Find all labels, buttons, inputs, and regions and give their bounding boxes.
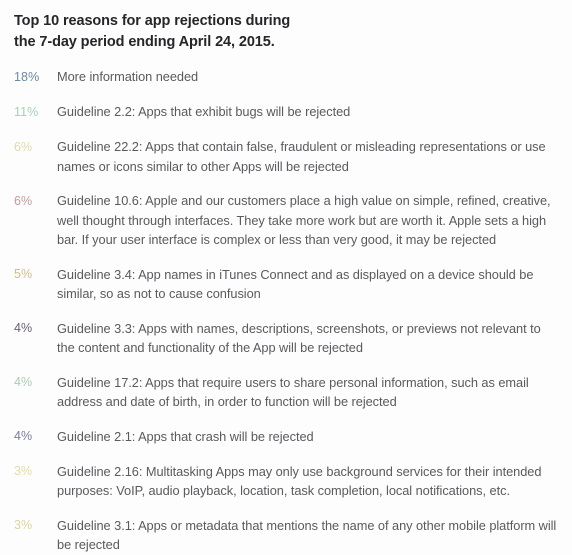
reason-text: Guideline 2.2: Apps that exhibit bugs wi…: [57, 104, 351, 119]
reason-text: Guideline 3.3: Apps with names, descript…: [57, 320, 541, 356]
reason-text: Guideline 10.6: Apple and our customers …: [57, 193, 551, 247]
rejection-reasons-page: Top 10 reasons for app rejections during…: [0, 0, 572, 552]
reason-text: More information needed: [57, 69, 199, 84]
page-title: Top 10 reasons for app rejections during…: [0, 0, 572, 53]
page-title-line-1: Top 10 reasons for app rejections during: [14, 13, 291, 29]
reason-percentage: 3%: [14, 518, 33, 532]
reasons-list: 18% More information needed 11% Guideline 2…: [0, 67, 572, 555]
reason-percentage: 6%: [14, 193, 33, 208]
reason-row: 3% Guideline 3.1: Apps or metadata that m…: [14, 516, 562, 555]
reason-text: Guideline 3.4: App names in iTunes Conne…: [57, 266, 534, 302]
reason-row: 18% More information needed: [14, 67, 562, 87]
reason-row: 6% Guideline 22.2: Apps that contain fals…: [14, 137, 562, 176]
reason-row: 11% Guideline 2.2: Apps that exhibit bugs…: [14, 102, 562, 122]
reason-percentage: 4%: [14, 375, 33, 389]
reason-text: Guideline 17.2: Apps that require users …: [57, 374, 529, 410]
reason-percentage: 5%: [14, 267, 33, 281]
reason-row: 3% Guideline 2.16: Multitasking Apps may …: [14, 462, 562, 501]
reason-row: 4% Guideline 2.1: Apps that crash will be…: [14, 427, 562, 447]
page-title-line-2: the 7-day period ending April 24, 2015.: [14, 34, 275, 50]
reason-text: Guideline 2.16: Multitasking Apps may on…: [57, 463, 542, 499]
reason-percentage: 4%: [14, 321, 33, 335]
reason-percentage: 3%: [14, 464, 33, 478]
reason-row: 5% Guideline 3.4: App names in iTunes Con…: [14, 265, 562, 304]
reason-percentage: 18%: [14, 69, 40, 84]
reason-text: Guideline 3.1: Apps or metadata that men…: [57, 517, 557, 553]
reason-percentage: 4%: [14, 429, 33, 443]
reason-row: 4% Guideline 17.2: Apps that require user…: [14, 373, 562, 412]
reason-percentage: 11%: [14, 104, 39, 119]
reason-text: Guideline 2.1: Apps that crash will be r…: [57, 428, 314, 444]
reason-text: Guideline 22.2: Apps that contain false,…: [57, 139, 546, 174]
reason-row: 4% Guideline 3.3: Apps with names, descri…: [14, 319, 562, 358]
reason-percentage: 6%: [14, 139, 33, 154]
reason-row: 6% Guideline 10.6: Apple and our customer…: [14, 191, 562, 250]
